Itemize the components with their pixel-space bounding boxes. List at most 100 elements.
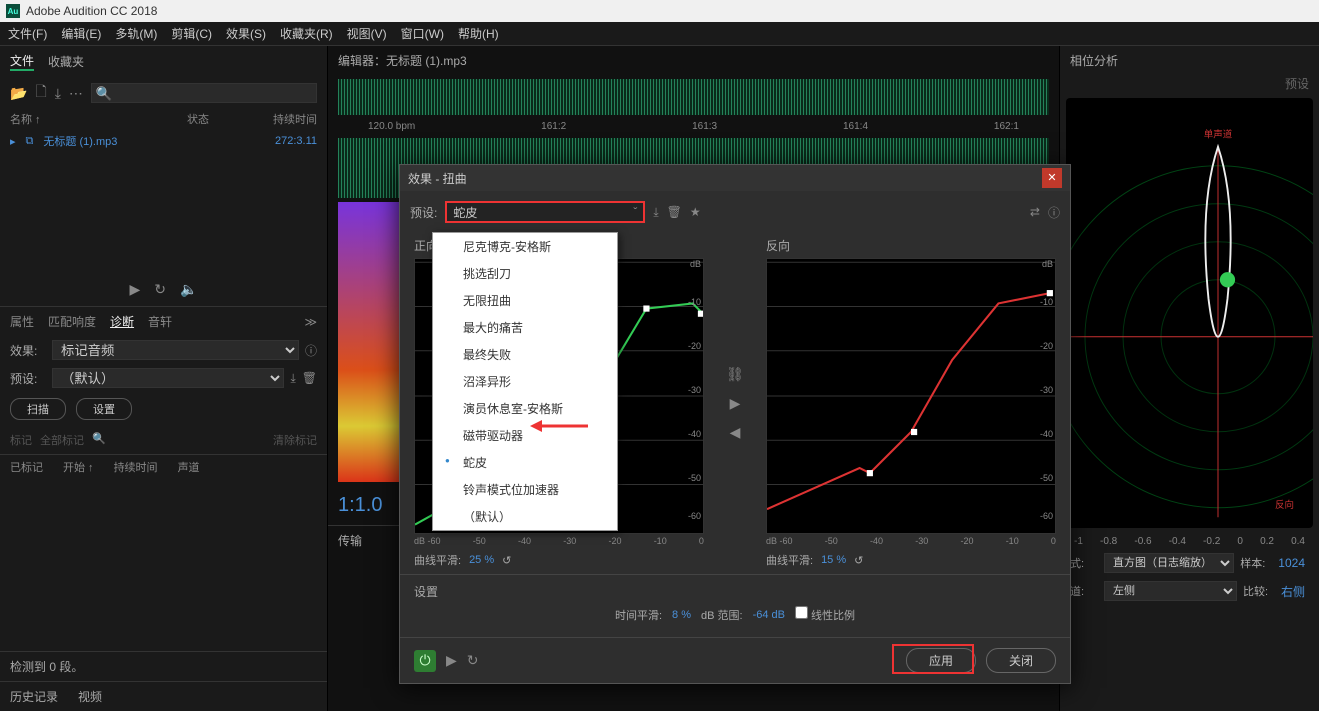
more-icon[interactable]: ⋯ — [69, 85, 83, 102]
preset-option[interactable]: 无限扭曲 — [433, 287, 617, 314]
menu-file[interactable]: 文件(F) — [8, 25, 47, 42]
more-icon[interactable]: ≫ — [304, 315, 317, 329]
tc-ch[interactable]: 声道 — [178, 459, 200, 475]
tab-match[interactable]: 匹配响度 — [48, 313, 96, 330]
preset-option[interactable]: 演员休息室-安格斯 — [433, 395, 617, 422]
menu-window[interactable]: 窗口(W) — [401, 25, 444, 42]
close-icon[interactable]: ✕ — [1042, 168, 1062, 188]
time-ruler[interactable]: 120.0 bpm 161:2 161:3 161:4 162:1 — [328, 119, 1059, 134]
reverse-graph[interactable]: dB -10 -20 -30 -40 -50 -60 — [766, 258, 1056, 534]
dialog-title: 效果 - 扭曲 — [408, 170, 467, 187]
menu-help[interactable]: 帮助(H) — [458, 25, 499, 42]
import-icon[interactable]: ⤓ — [55, 85, 61, 102]
left-column: 文件 收藏夹 📂 🗋 ⤓ ⋯ 名称 ↑ 状态 持续时间 ▸ ⧉ 无标题 (1).… — [0, 46, 328, 711]
preset-select[interactable]: （默认） — [52, 368, 284, 388]
menu-effects[interactable]: 效果(S) — [226, 25, 266, 42]
link-icon[interactable]: ⛓ — [726, 366, 744, 383]
preset-option[interactable]: 最终失败 — [433, 341, 617, 368]
apply-button[interactable]: 应用 — [906, 648, 976, 673]
samples-value[interactable]: 1024 — [1274, 556, 1309, 570]
search-input[interactable] — [91, 83, 317, 103]
compare-label: 比较: — [1243, 583, 1271, 599]
preset-dropdown[interactable]: 蛇皮 ˇ — [445, 201, 645, 223]
open-icon[interactable]: 📂 — [10, 85, 27, 102]
preset-option[interactable]: 蛇皮 — [433, 449, 617, 476]
linear-checkbox[interactable]: 线性比例 — [795, 606, 855, 623]
star-icon[interactable]: ★ — [690, 205, 701, 219]
col-status[interactable]: 状态 — [187, 111, 237, 127]
tc-start[interactable]: 开始 ↑ — [63, 459, 94, 475]
preview-play-icon[interactable]: ▶ — [446, 652, 457, 669]
samples-label: 样本: — [1240, 555, 1268, 571]
compare-value[interactable]: 右侧 — [1277, 583, 1309, 600]
smooth-rev-value[interactable]: 15 % — [821, 554, 846, 566]
power-icon[interactable]: ⏻ — [414, 650, 436, 672]
col-duration[interactable]: 持续时间 — [247, 111, 317, 127]
menu-clip[interactable]: 剪辑(C) — [171, 25, 212, 42]
db-range-label: dB 范围: — [701, 607, 743, 623]
delete-preset-icon[interactable]: 🗑 — [302, 371, 317, 385]
search-small-icon[interactable]: 🔍 — [92, 432, 106, 448]
phase-panel-title: 相位分析 — [1060, 46, 1319, 75]
preset-option[interactable]: 铃声模式位加速器 — [433, 476, 617, 503]
preset-option[interactable]: 磁带驱动器 — [433, 422, 617, 449]
mute-icon[interactable]: 🔈 — [180, 281, 197, 298]
dlg-preset-label: 预设: — [410, 204, 437, 221]
favorites-tab[interactable]: 收藏夹 — [48, 53, 84, 70]
info-icon[interactable]: ⓘ — [1048, 204, 1060, 221]
file-duration: 272:3.11 — [247, 135, 317, 147]
tab-pitch[interactable]: 音轩 — [148, 313, 172, 330]
tag-mark[interactable]: 标记 — [10, 432, 32, 448]
settings-button[interactable]: 设置 — [76, 398, 132, 420]
preset-option[interactable]: 最大的痛苦 — [433, 314, 617, 341]
status-text: 检测到 0 段。 — [0, 651, 327, 681]
app-logo-icon: Au — [6, 4, 20, 18]
file-row[interactable]: ▸ ⧉ 无标题 (1).mp3 272:3.11 — [0, 129, 327, 153]
preset-option[interactable]: 尼克博克-安格斯 — [433, 233, 617, 260]
style-select[interactable]: 直方图（日志缩放） — [1104, 553, 1234, 573]
preset-option[interactable]: （默认） — [433, 503, 617, 530]
menu-favorites[interactable]: 收藏夹(R) — [280, 25, 333, 42]
smooth-fwd-value[interactable]: 25 % — [469, 554, 494, 566]
tag-clear[interactable]: 清除标记 — [273, 432, 317, 448]
overview-waveform[interactable] — [338, 79, 1049, 115]
reset-icon[interactable]: ↺ — [502, 554, 511, 567]
preset-option[interactable]: 挑选刮刀 — [433, 260, 617, 287]
db-range-value[interactable]: -64 dB — [753, 609, 785, 621]
svg-text:反向: 反向 — [1275, 499, 1294, 511]
file-name: 无标题 (1).mp3 — [43, 133, 237, 149]
menu-view[interactable]: 视图(V) — [347, 25, 387, 42]
menu-multitrack[interactable]: 多轨(M) — [115, 25, 157, 42]
expand-icon[interactable]: ▸ — [10, 135, 16, 148]
next-icon[interactable]: ▶ — [730, 395, 741, 412]
menu-edit[interactable]: 编辑(E) — [61, 25, 101, 42]
save-preset-icon[interactable]: ⤓ — [290, 371, 295, 386]
prev-icon[interactable]: ◀ — [730, 424, 741, 441]
close-button[interactable]: 关闭 — [986, 648, 1056, 673]
play-icon[interactable]: ▶ — [130, 281, 141, 298]
loop-icon[interactable]: ↻ — [154, 281, 166, 298]
tab-props[interactable]: 属性 — [10, 313, 34, 330]
tag-all[interactable]: 全部标记 — [40, 432, 84, 448]
info-icon[interactable]: ⓘ — [305, 342, 317, 359]
preset-option[interactable]: 沼泽异形 — [433, 368, 617, 395]
route-icon[interactable]: ⇄ — [1030, 205, 1040, 219]
col-name[interactable]: 名称 ↑ — [10, 111, 177, 127]
tc-dur[interactable]: 持续时间 — [114, 459, 158, 475]
scan-button[interactable]: 扫描 — [10, 398, 66, 420]
chevron-down-icon: ˇ — [633, 205, 637, 219]
history-tab[interactable]: 历史记录 — [10, 688, 58, 705]
delete-preset-icon[interactable]: 🗑 — [667, 205, 682, 219]
reset-icon[interactable]: ↺ — [854, 554, 863, 567]
effect-select[interactable]: 标记音频 — [52, 340, 299, 360]
files-tab[interactable]: 文件 — [10, 52, 34, 71]
time-smooth-value[interactable]: 8 % — [672, 609, 691, 621]
tc-marked[interactable]: 已标记 — [10, 459, 43, 475]
reverse-label: 反向 — [766, 233, 1056, 258]
video-tab[interactable]: 视频 — [78, 688, 102, 705]
tab-diag[interactable]: 诊断 — [110, 313, 134, 330]
loop-preview-icon[interactable]: ↻ — [467, 652, 479, 669]
channel-select[interactable]: 左侧 — [1104, 581, 1237, 601]
new-icon[interactable]: 🗋 — [35, 81, 46, 105]
save-preset-icon[interactable]: ⤓ — [653, 205, 658, 220]
